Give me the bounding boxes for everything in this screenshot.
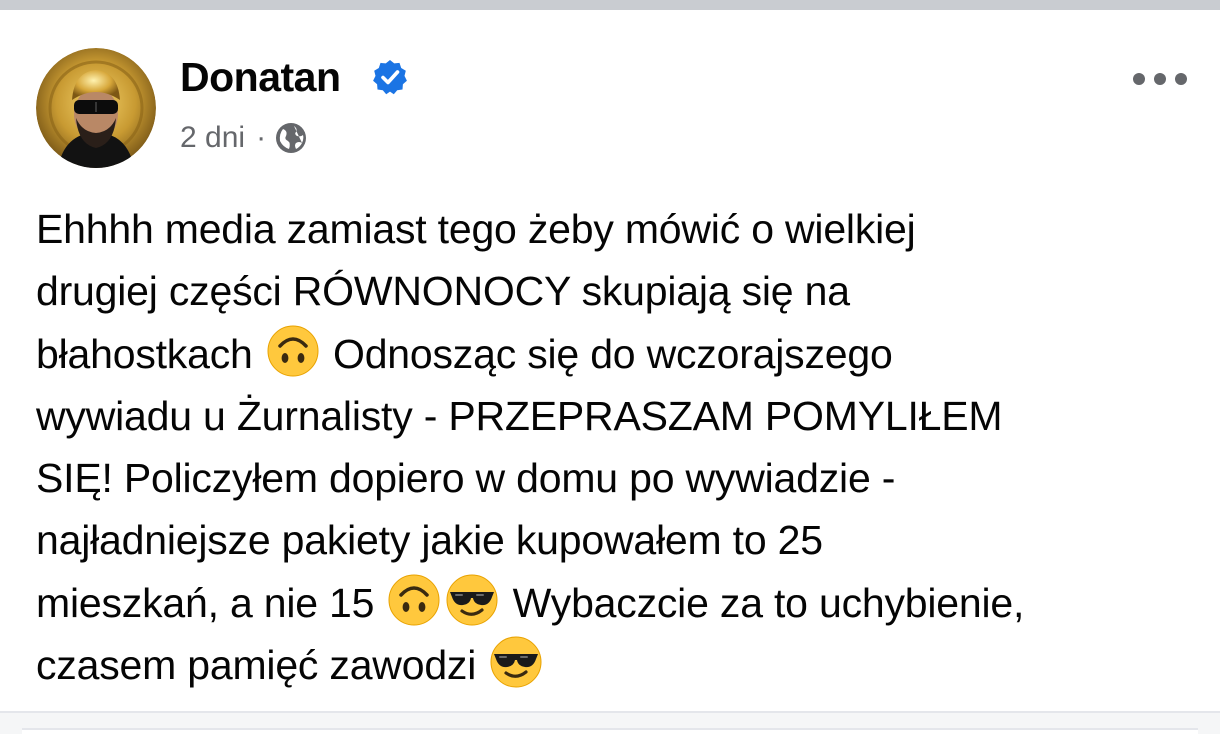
- post-body-text: Ehhhh media zamiast tego żeby mówić o wi…: [36, 198, 1196, 696]
- post-text-line: czasem pamięć zawodzi: [36, 634, 1196, 696]
- post-text-segment: Ehhhh media zamiast tego żeby mówić o wi…: [36, 206, 916, 252]
- post-text-segment: błahostkach: [36, 330, 264, 377]
- post-text-segment: Wybaczcie za to uchybienie,: [501, 579, 1025, 626]
- globe-icon[interactable]: [274, 121, 308, 155]
- meta-separator: ·: [256, 121, 267, 154]
- post-card: Donatan 2 dni · Ehhhh media zamiast tego…: [0, 10, 1220, 710]
- feed-divider-top: [0, 0, 1220, 10]
- smiling-face-with-sunglasses-emoji: [489, 635, 543, 689]
- post-text-line: błahostkach Odnosząc się do wczorajszego: [36, 323, 1196, 385]
- verified-badge-icon: [373, 60, 407, 95]
- post-meta: 2 dni ·: [180, 116, 308, 160]
- post-text-segment: czasem pamięć zawodzi: [36, 642, 488, 689]
- upside-down-face-emoji: [387, 573, 441, 627]
- post-text-line: drugiej części RÓWNONOCY skupiają się na: [36, 260, 1196, 322]
- post-text-line: wywiadu u Żurnalisty - PRZEPRASZAM POMYL…: [36, 385, 1196, 447]
- post-text-line: mieszkań, a nie 15 Wybaczcie za to uchyb…: [36, 572, 1196, 634]
- more-options-icon[interactable]: [1126, 54, 1194, 104]
- smiling-face-with-sunglasses-emoji: [445, 573, 499, 627]
- next-post-card-edge: [22, 728, 1198, 736]
- post-text-segment: drugiej części RÓWNONOCY skupiają się na: [36, 268, 850, 315]
- post-text-segment: najładniejsze pakiety jakie kupowałem to…: [36, 517, 823, 564]
- post-timestamp[interactable]: 2 dni: [180, 121, 245, 155]
- upside-down-face-emoji: [266, 324, 320, 378]
- post-text-segment: mieszkań, a nie 15: [36, 579, 386, 626]
- post-text-segment: SIĘ! Policzyłem dopiero w domu po wywiad…: [36, 455, 896, 502]
- post-text-segment: wywiadu u Żurnalisty - PRZEPRASZAM POMYL…: [36, 392, 1003, 439]
- post-text-line: Ehhhh media zamiast tego żeby mówić o wi…: [36, 198, 1196, 260]
- author-avatar[interactable]: [36, 48, 156, 168]
- author-name[interactable]: Donatan: [180, 52, 341, 102]
- post-text-line: najładniejsze pakiety jakie kupowałem to…: [36, 509, 1196, 571]
- post-text-segment: Odnosząc się do wczorajszego: [321, 330, 893, 377]
- post-text-line: SIĘ! Policzyłem dopiero w domu po wywiad…: [36, 447, 1196, 509]
- avatar-image: [36, 48, 156, 168]
